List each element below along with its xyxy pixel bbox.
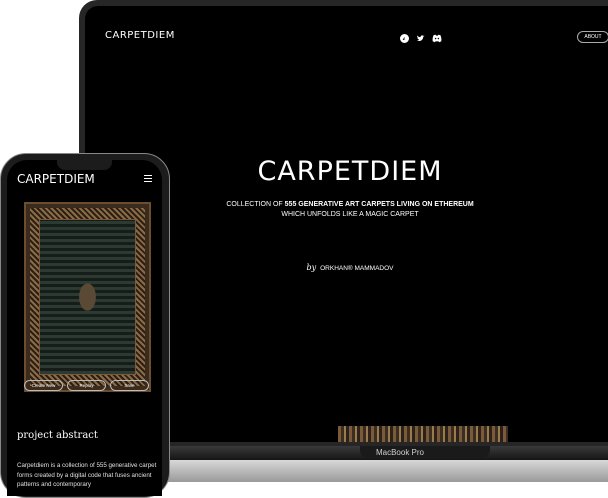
opensea-icon[interactable] <box>400 30 409 43</box>
abstract-text: Carpetdiem is a collection of 555 genera… <box>17 462 157 488</box>
hamburger-icon[interactable] <box>144 175 152 184</box>
carpet-artwork <box>24 202 151 392</box>
twitter-icon[interactable] <box>416 30 425 42</box>
phone-logo[interactable]: CARPETDIEM <box>17 172 95 186</box>
carpet-controls: Create New Replay Save <box>24 380 149 391</box>
replay-button[interactable]: Replay <box>67 380 106 391</box>
create-new-button[interactable]: Create New <box>24 380 63 391</box>
phone-notch <box>57 160 112 170</box>
carpet-preview-strip <box>338 426 508 442</box>
site-logo[interactable]: CARPETDIEM <box>105 30 175 41</box>
hero-line1-prefix: COLLECTION OF <box>226 201 285 208</box>
author-name[interactable]: ORKHAN® MAMMADOV <box>320 265 393 272</box>
carpet-field <box>39 219 136 375</box>
about-button[interactable]: ABOUT <box>577 31 608 43</box>
abstract-title: project abstract <box>17 430 98 441</box>
discord-icon[interactable] <box>432 30 442 43</box>
by-word: by <box>306 263 317 272</box>
phone-screen: CARPETDIEM Create New Replay Save projec… <box>7 160 162 496</box>
save-button[interactable]: Save <box>110 380 149 391</box>
hero-line1-bold: 555 GENERATIVE ART CARPETS LIVING ON ETH… <box>284 201 474 208</box>
social-links <box>400 30 442 43</box>
hero-line2: WHICH UNFOLDS LIKE A MAGIC CARPET <box>281 211 419 218</box>
